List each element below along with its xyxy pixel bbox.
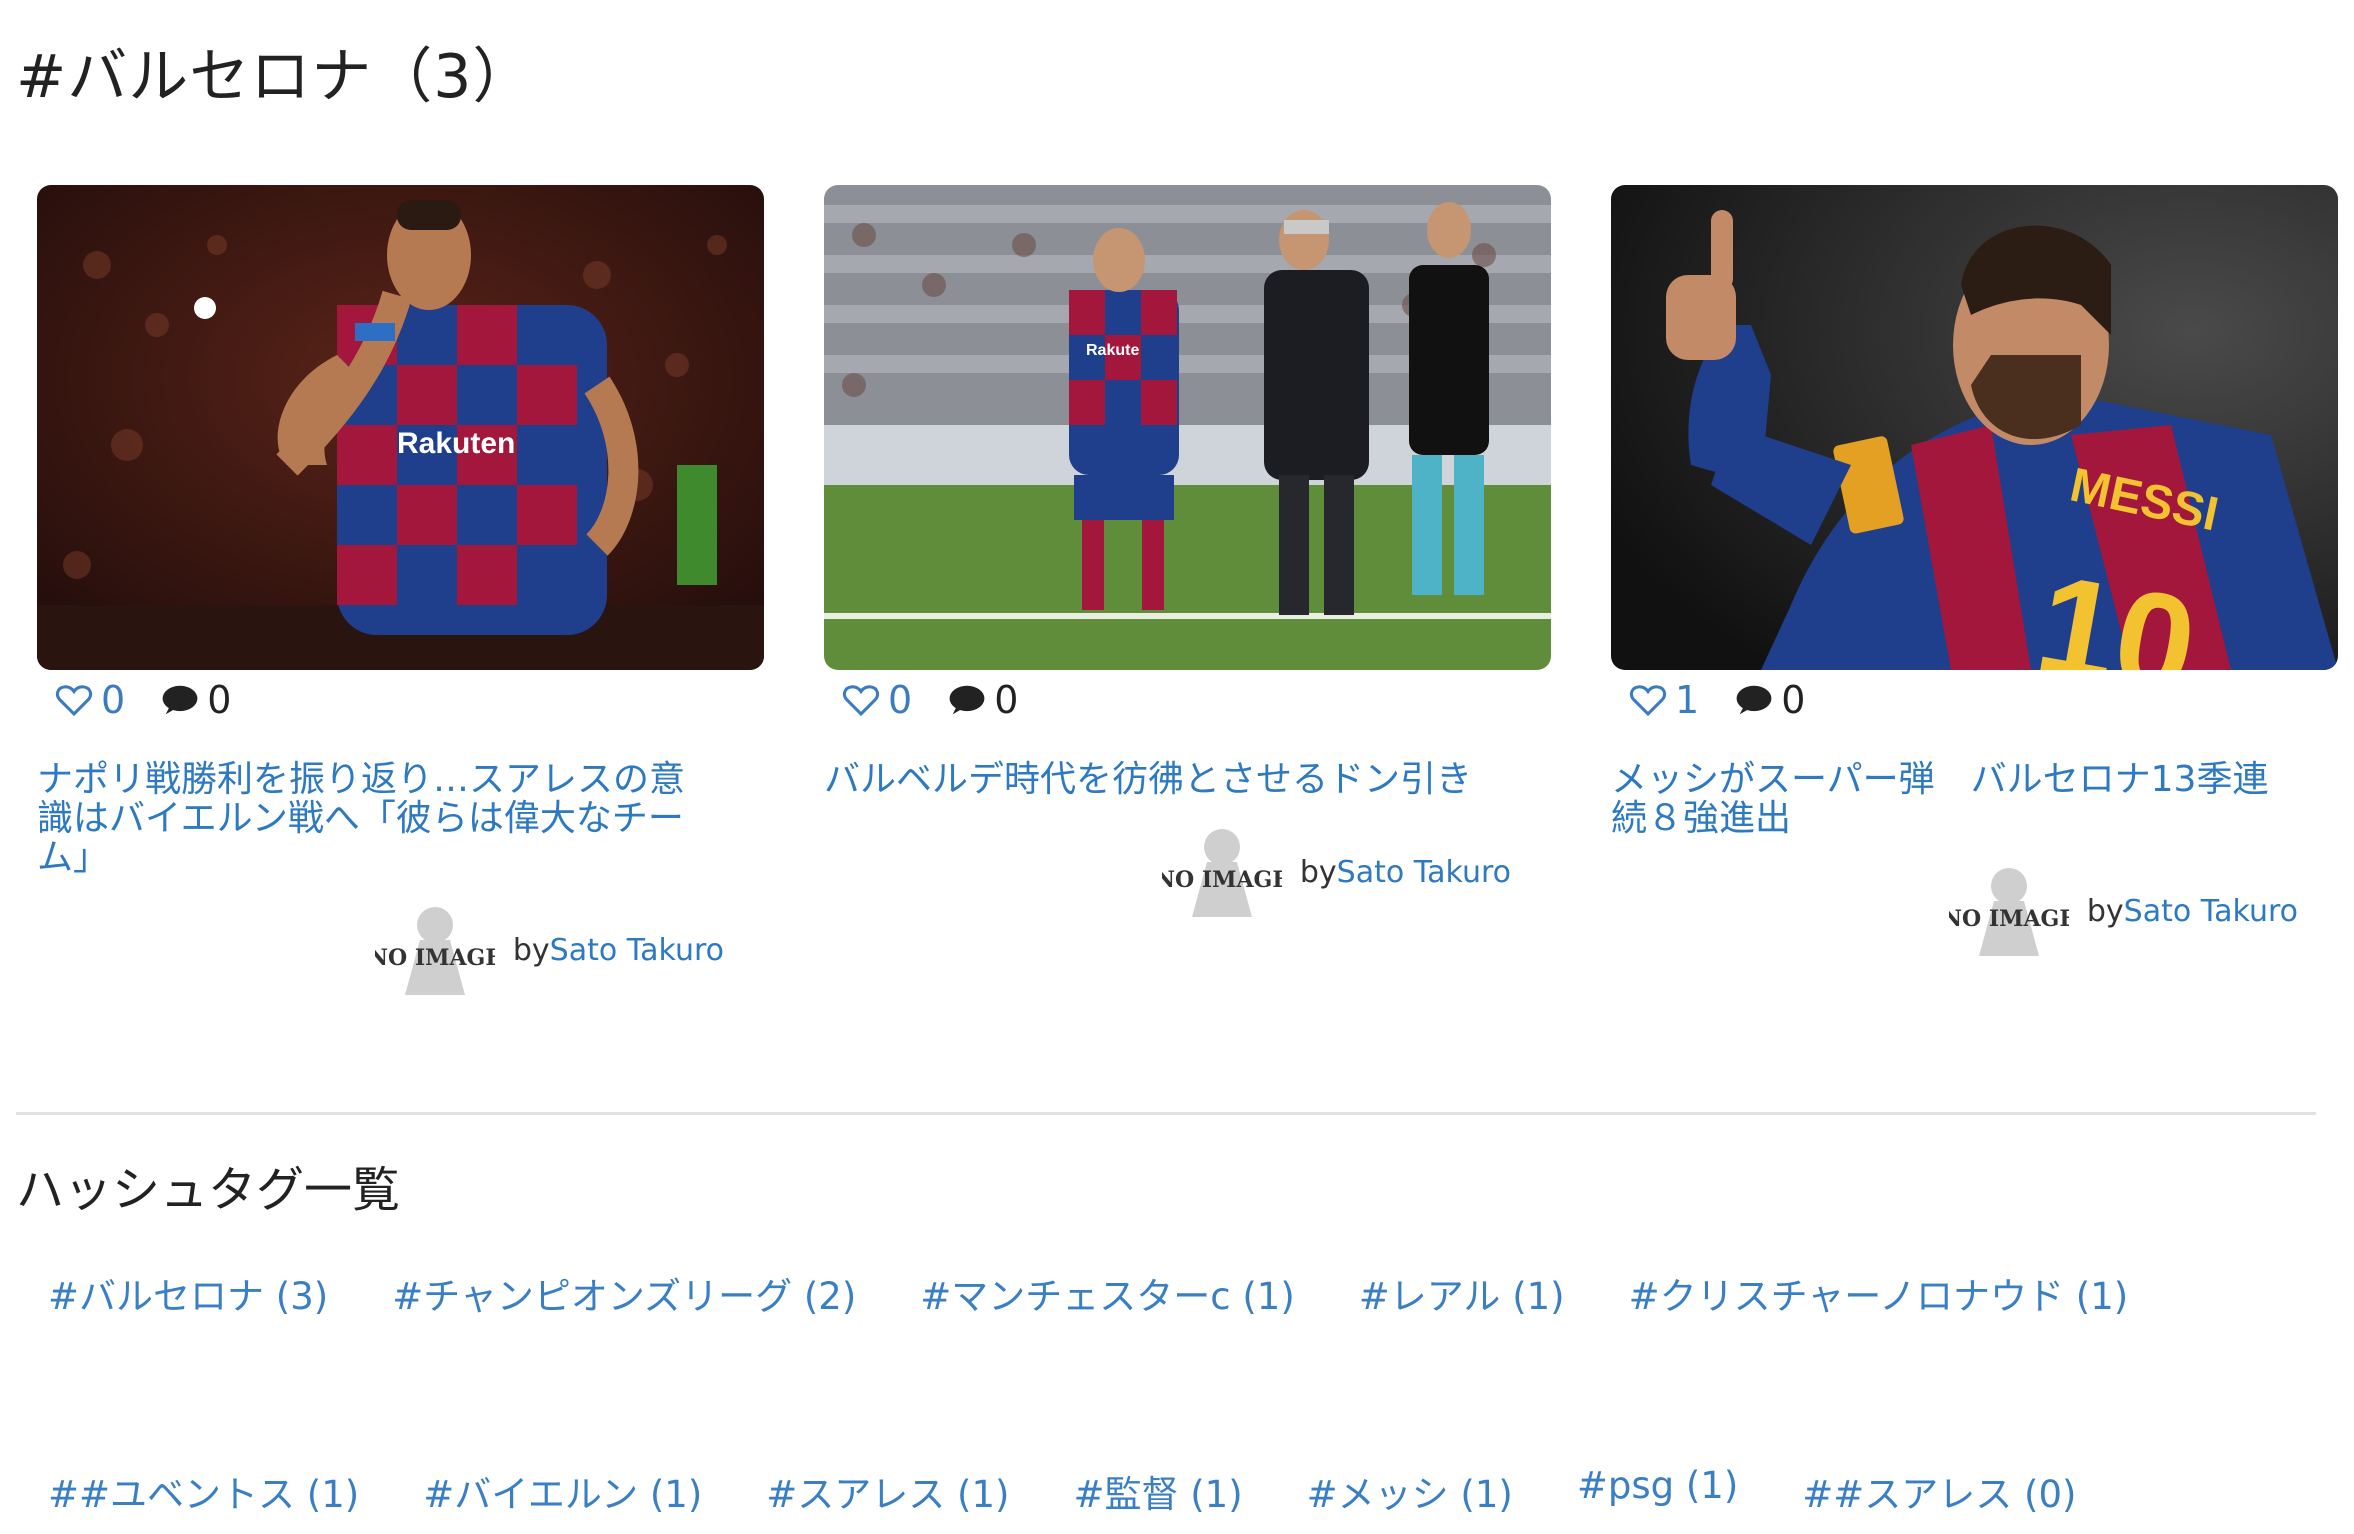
comment-icon xyxy=(1736,685,1772,715)
article-thumbnail[interactable]: MESSI 10 xyxy=(1611,185,2338,670)
comment-icon xyxy=(949,685,985,715)
like-count: 1 xyxy=(1675,678,1700,722)
no-image-text: NO IMAGE xyxy=(1949,906,2069,932)
match-sideline-photo: Rakute xyxy=(824,185,1551,670)
hashtag-link[interactable]: #メッシ (1) xyxy=(1275,1448,1545,1534)
article-title-link[interactable]: バルベルデ時代を彷彿とさせるドン引き xyxy=(824,760,1551,799)
hashtag-link[interactable]: ##ユベントス (1) xyxy=(16,1448,391,1534)
article-stats: 0 0 xyxy=(824,670,1551,730)
no-image-text: NO IMAGE xyxy=(1162,867,1282,893)
like-button[interactable]: 0 xyxy=(842,678,912,722)
author-link[interactable]: Sato Takuro xyxy=(2124,894,2298,929)
comment-button[interactable]: 0 xyxy=(1735,678,1805,722)
author-link[interactable]: Sato Takuro xyxy=(550,933,724,968)
page-title: #バルセロナ（3） xyxy=(16,42,534,112)
like-count: 0 xyxy=(101,678,126,722)
comment-count: 0 xyxy=(994,678,1019,722)
hashtag-link[interactable]: #クリスチャーノロナウド (1) xyxy=(1597,1250,2161,1336)
article-card: Rakute 0 0 バルベルデ時代を彷彿とさせるドン引き NO IMAGE b… xyxy=(824,185,1551,917)
section-divider xyxy=(16,1112,2316,1115)
hashtag-list: #バルセロナ (3) #チャンピオンズリーグ (2) #マンチェスターc (1)… xyxy=(16,1250,2336,1534)
comment-button[interactable]: 0 xyxy=(161,678,231,722)
article-thumbnail[interactable]: Rakuten xyxy=(37,185,764,670)
no-image-avatar: NO IMAGE xyxy=(375,907,495,995)
hashtag-link[interactable]: #監督 (1) xyxy=(1041,1448,1274,1534)
article-title-link[interactable]: ナポリ戦勝利を振り返り…スアレスの意識はバイエルン戦へ「彼らは偉大なチーム」 xyxy=(37,760,764,877)
heart-icon xyxy=(842,685,880,717)
author-link[interactable]: Sato Takuro xyxy=(1337,855,1511,890)
article-card: Rakuten 0 0 ナポリ戦勝利を振り返り…スアレスの意識はバイエルン戦へ「… xyxy=(37,185,764,995)
hashtag-link[interactable]: #マンチェスターc (1) xyxy=(888,1250,1327,1336)
comment-count: 0 xyxy=(1781,678,1806,722)
author-prefix: by xyxy=(1299,854,1337,890)
no-image-text: NO IMAGE xyxy=(375,945,495,971)
author-line: NO IMAGE by Sato Takuro xyxy=(824,827,1551,917)
hashtag-link[interactable]: ##スアレス (0) xyxy=(1770,1448,2108,1534)
heart-icon xyxy=(55,685,93,717)
hashtag-link[interactable]: #スアレス (1) xyxy=(734,1448,1041,1534)
article-title-link[interactable]: メッシがスーパー弾 バルセロナ13季連続８強進出 xyxy=(1611,760,2338,838)
comment-count: 0 xyxy=(207,678,232,722)
like-button[interactable]: 0 xyxy=(55,678,125,722)
heart-icon xyxy=(1629,685,1667,717)
like-button[interactable]: 1 xyxy=(1629,678,1699,722)
article-card: MESSI 10 1 0 メッシがスーパー弾 バルセロナ13季連続８強進出 NO… xyxy=(1611,185,2338,956)
hashtag-link[interactable]: #psg (1) xyxy=(1545,1448,1770,1534)
like-count: 0 xyxy=(888,678,913,722)
svg-text:Rakute: Rakute xyxy=(1086,342,1139,359)
hashtag-link[interactable]: #レアル (1) xyxy=(1327,1250,1597,1336)
article-stats: 1 0 xyxy=(1611,670,2338,730)
comment-icon xyxy=(162,685,198,715)
hashtag-link[interactable]: #チャンピオンズリーグ (2) xyxy=(360,1250,888,1336)
hashtag-link[interactable]: #バイエルン (1) xyxy=(391,1448,734,1534)
hashtag-list-title: ハッシュタグ一覧 xyxy=(16,1162,401,1218)
comment-button[interactable]: 0 xyxy=(948,678,1018,722)
author-line: NO IMAGE by Sato Takuro xyxy=(37,905,764,995)
player-celebration-photo: Rakuten xyxy=(37,185,764,670)
author-line: NO IMAGE by Sato Takuro xyxy=(1611,866,2338,956)
no-image-avatar: NO IMAGE xyxy=(1162,829,1282,917)
article-thumbnail[interactable]: Rakute xyxy=(824,185,1551,670)
hashtag-link[interactable]: #バルセロナ (3) xyxy=(16,1250,360,1336)
article-stats: 0 0 xyxy=(37,670,764,730)
player-thumbs-up-photo: MESSI 10 xyxy=(1611,185,2338,670)
no-image-avatar: NO IMAGE xyxy=(1949,868,2069,956)
author-prefix: by xyxy=(512,932,550,968)
svg-text:Rakuten: Rakuten xyxy=(397,427,515,460)
author-prefix: by xyxy=(2086,893,2124,929)
